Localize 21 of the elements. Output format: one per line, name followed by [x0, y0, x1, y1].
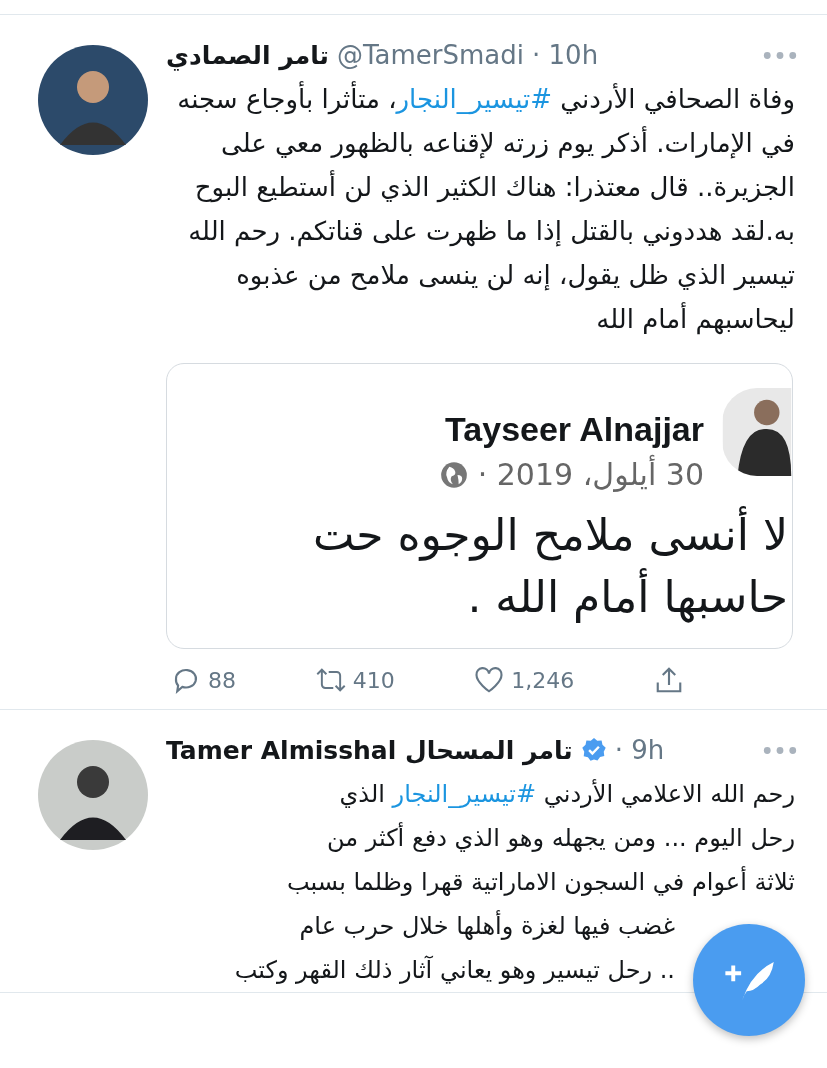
globe-icon — [439, 460, 468, 489]
compose-button[interactable] — [693, 924, 805, 1036]
tweet-text: وفاة الصحافي الأردني #تيسير_النجار، متأثرا بأوجاع سجنه في الإمارات. أذكر يوم زرته لإقناعه بالظهور معي على الجزيرة.. قال معتذرا: هناك الكثير الذي لن أستطيع البوح به.لقد هددوني بالقتل إذا ما ظهرت على قناتكم. رحم الله تيسير الذي ظل يقول، إنه لن ينسى ملامح من عذبوه ليحاسبهم أمام الله — [166, 77, 795, 341]
like-count: 1,246 — [511, 667, 575, 693]
tweet-text-line: .. رحل تيسير وهو يعاني آثار ذلك القهر وكتب — [234, 954, 675, 986]
post-text-line: حاسبها أمام الله . — [467, 566, 788, 628]
retweet-count: 410 — [352, 667, 395, 693]
post-text-line: لا أنسى ملامح الوجوه حت — [313, 504, 788, 566]
reply-count: 88 — [208, 667, 236, 693]
author-handle[interactable]: @TamerSmadi — [337, 40, 524, 70]
tweet-text-line: رحل اليوم ... ومن يجهله وهو الذي دفع أكثر من — [326, 821, 795, 854]
author-name[interactable]: تامر الصمادي — [166, 40, 329, 70]
tweet-text-line: ثلاثة أعوام في السجون الاماراتية قهرا وظلما بسبب — [287, 865, 795, 898]
tweet-time: · 10h — [532, 40, 599, 70]
tweet-text-line: رحم الله الاعلامي الأردني #تيسير_النجار الذي — [339, 778, 795, 810]
tweet-time: · 9h — [614, 735, 665, 765]
avatar[interactable] — [38, 45, 148, 155]
post-author-name: Tayseer Alnajjar — [445, 410, 704, 449]
tweet-text-line: غضب فيها لغزة وأهلها خلال حرب عام — [299, 909, 675, 942]
avatar[interactable] — [38, 740, 148, 850]
author-name[interactable]: Tamer Almisshal تامر المسحال — [166, 735, 573, 765]
